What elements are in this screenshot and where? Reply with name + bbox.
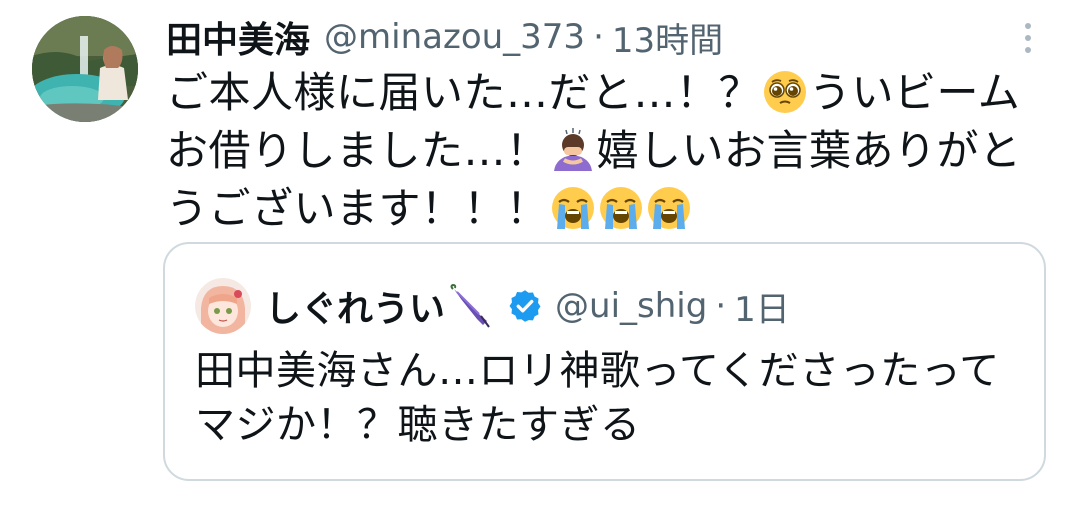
tweet-text-part-1: ご本人様に届いた…だと…！？ (166, 68, 762, 117)
closed-umbrella-icon (450, 283, 490, 328)
quoted-author-handle[interactable]: @ui_shig (555, 286, 707, 326)
woman-bowing-icon (553, 128, 592, 171)
quoted-tweet-timestamp[interactable]: 1日 (734, 282, 790, 331)
author-display-name[interactable]: 田中美海 (166, 11, 310, 63)
quoted-avatar-illustration (195, 278, 251, 334)
quoted-tweet-text: 田中美海さん…ロリ神歌ってくださったってマジか！？聴きたすぎる (195, 348, 1000, 448)
quoted-tweet-card[interactable]: しぐれうい @ui_shig · 1日 田中美海さん…ロリ神歌ってくださったって… (163, 242, 1046, 481)
more-options-icon[interactable] (1016, 20, 1040, 56)
loudly-crying-face-icon (599, 187, 642, 229)
author-avatar[interactable] (32, 16, 138, 122)
avatar-photo (32, 16, 138, 122)
quoted-author-display-name[interactable]: しぐれうい (265, 280, 445, 332)
separator-dot: · (593, 17, 604, 57)
loudly-crying-face-icon (551, 187, 594, 229)
tweet-text: ご本人様に届いた…だと…！？ ういビームお借りしました…！ 嬉しいお言葉ありがと… (166, 64, 1046, 238)
separator-dot: · (715, 286, 727, 326)
quoted-tweet-header: しぐれうい @ui_shig · 1日 (195, 278, 790, 334)
verified-badge-icon (509, 290, 541, 322)
tweet-timestamp[interactable]: 13時間 (612, 13, 723, 62)
author-handle[interactable]: @minazou_373 (324, 17, 585, 57)
pleading-face-icon (764, 71, 807, 113)
tweet-header: 田中美海 @minazou_373 · 13時間 (166, 11, 723, 63)
loudly-crying-face-icon (647, 187, 690, 229)
quoted-author-avatar[interactable] (195, 278, 251, 334)
